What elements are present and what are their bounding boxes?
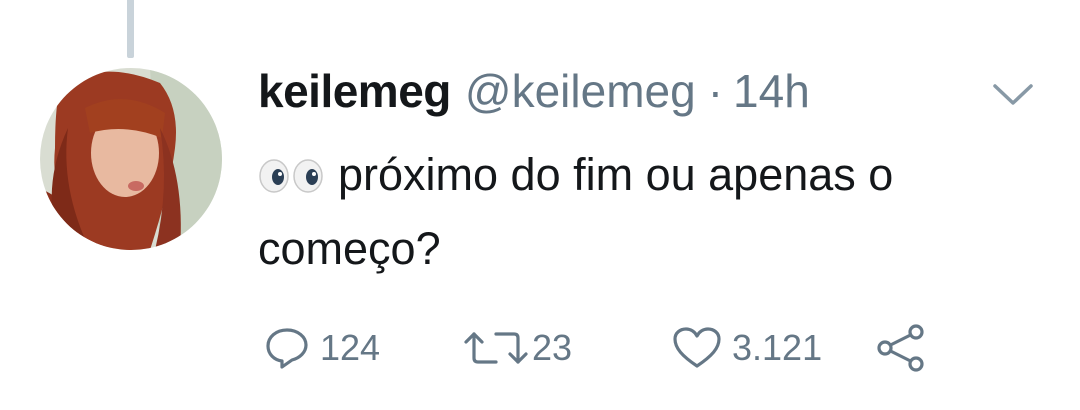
chevron-down-icon[interactable]: [992, 82, 1034, 108]
display-name[interactable]: keilemeg: [258, 64, 451, 118]
avatar[interactable]: [40, 68, 222, 250]
tweet-actions: 124 23 3.121: [264, 318, 964, 378]
timestamp[interactable]: 14h: [733, 64, 810, 118]
thread-line: [127, 0, 134, 58]
username[interactable]: @keilemeg: [465, 64, 696, 118]
reply-count: 124: [320, 327, 381, 368]
separator: ·: [707, 65, 724, 117]
retweet-count: 23: [532, 327, 573, 368]
tweet-body: próximo do fim ou apenas o começo?: [258, 138, 1048, 286]
tweet-text: próximo do fim ou apenas o começo?: [258, 149, 894, 274]
reply-button[interactable]: 124: [264, 318, 380, 378]
like-icon: [673, 327, 721, 368]
like-button[interactable]: 3.121: [672, 318, 822, 378]
share-button[interactable]: [874, 318, 928, 378]
tweet: keilemeg @keilemeg · 14h próximo do fim …: [0, 0, 1080, 410]
share-icon: [877, 324, 924, 372]
tweet-header: keilemeg @keilemeg · 14h: [258, 64, 810, 122]
eyes-emoji-icon: [258, 141, 324, 193]
reply-icon: [266, 328, 308, 369]
like-count: 3.121: [732, 327, 823, 368]
retweet-icon: [464, 332, 528, 364]
retweet-button[interactable]: 23: [460, 318, 572, 378]
